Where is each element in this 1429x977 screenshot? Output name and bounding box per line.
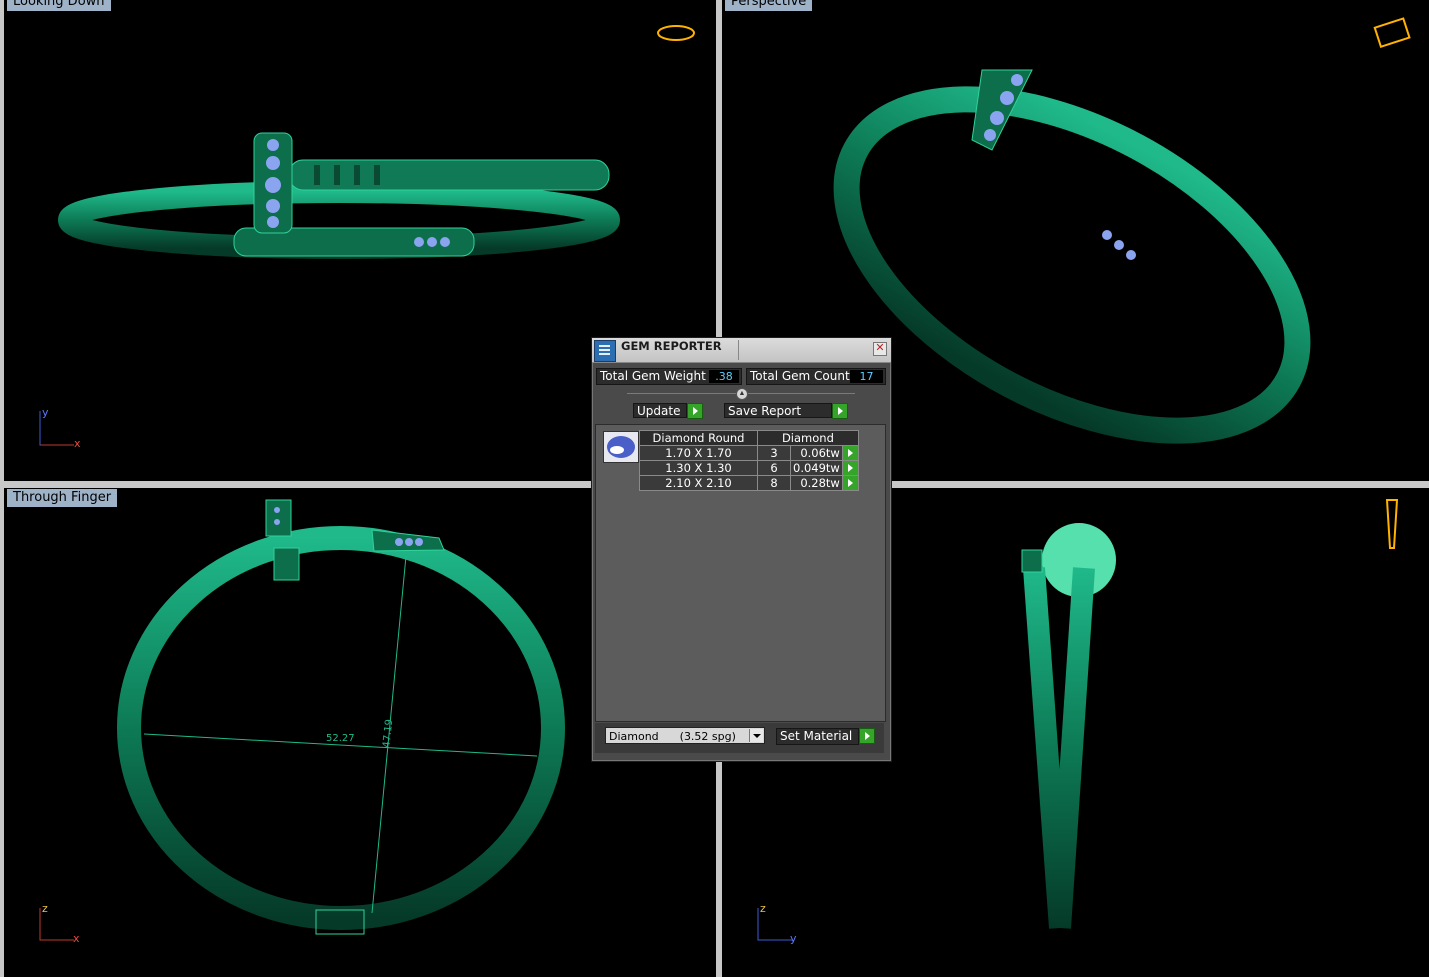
material-row: Diamond (3.52 spg) Set Material [595, 723, 884, 753]
diamond-round-icon [603, 431, 639, 463]
column-header: Diamond [757, 430, 859, 446]
gem-count: 3 [757, 445, 791, 461]
gem-table: Diamond Round Diamond 1.70 X 1.70 3 0.06… [639, 430, 859, 491]
update-button[interactable]: Update [633, 403, 687, 418]
total-gem-weight-box: Total Gem Weight .38 [596, 368, 742, 385]
axis-z-label: z [42, 902, 48, 915]
title-divider [738, 340, 739, 360]
total-gem-count-label: Total Gem Count [750, 369, 850, 383]
update-go-icon[interactable] [687, 403, 703, 419]
total-gem-weight-label: Total Gem Weight [600, 369, 706, 383]
gem-list-panel: Diamond Round Diamond 1.70 X 1.70 3 0.06… [595, 424, 886, 722]
dialog-titlebar[interactable]: GEM REPORTER ✕ [592, 338, 891, 363]
total-gem-weight-value: .38 [709, 370, 739, 383]
table-row[interactable]: 1.70 X 1.70 3 0.06tw [639, 445, 859, 461]
collapse-toggle-icon[interactable]: ▲ [736, 388, 748, 400]
gem-weight: 0.049tw [790, 460, 843, 476]
row-go-icon[interactable] [841, 445, 859, 461]
gem-size: 1.30 X 1.30 [639, 460, 758, 476]
dialog-title: GEM REPORTER [621, 339, 722, 353]
table-row[interactable]: 2.10 X 2.10 8 0.28tw [639, 475, 859, 491]
axis-y-label: y [790, 932, 797, 945]
table-row[interactable]: 1.30 X 1.30 6 0.049tw [639, 460, 859, 476]
dimension-width: 52.27 [326, 733, 355, 744]
save-report-go-icon[interactable] [832, 403, 848, 419]
chevron-down-icon[interactable] [749, 729, 763, 742]
gem-size: 2.10 X 2.10 [639, 475, 758, 491]
gem-weight: 0.28tw [790, 475, 843, 491]
row-go-icon[interactable] [841, 475, 859, 491]
axis-y-label: y [42, 406, 49, 419]
close-button[interactable]: ✕ [873, 342, 887, 356]
axis-z-label: z [760, 902, 766, 915]
set-material-go-icon[interactable] [859, 728, 875, 744]
axis-x-label: x [73, 932, 80, 945]
axis-x-label: x [74, 437, 81, 450]
column-header: Diamond Round [639, 430, 758, 446]
material-select[interactable]: Diamond (3.52 spg) [605, 727, 765, 744]
save-report-button[interactable]: Save Report [724, 403, 832, 418]
gem-count: 8 [757, 475, 791, 491]
gem-count: 6 [757, 460, 791, 476]
material-select-value: Diamond (3.52 spg) [609, 730, 736, 743]
total-gem-count-value: 17 [850, 370, 883, 383]
gem-reporter-icon [594, 340, 616, 362]
row-go-icon[interactable] [841, 460, 859, 476]
set-material-button[interactable]: Set Material [776, 728, 859, 745]
gem-weight: 0.06tw [790, 445, 843, 461]
total-gem-count-box: Total Gem Count 17 [746, 368, 886, 385]
gem-reporter-dialog[interactable]: GEM REPORTER ✕ Total Gem Weight .38 Tota… [591, 337, 892, 762]
gem-size: 1.70 X 1.70 [639, 445, 758, 461]
